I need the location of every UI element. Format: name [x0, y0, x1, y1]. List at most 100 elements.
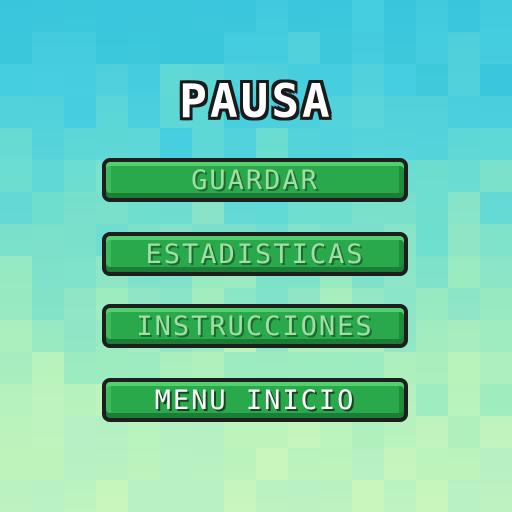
background-tile	[0, 288, 32, 320]
background-tile	[320, 0, 352, 32]
background-tile	[32, 0, 64, 32]
background-tile	[480, 320, 512, 352]
background-tile	[64, 480, 96, 512]
main-menu-button[interactable]: MENU INICIO	[102, 378, 408, 422]
background-tile	[448, 352, 480, 384]
background-tile	[0, 160, 32, 192]
main-menu-button-label: MENU INICIO	[154, 384, 356, 416]
background-tile	[0, 320, 32, 352]
background-tile	[0, 352, 32, 384]
background-tile	[384, 480, 416, 512]
background-tile	[352, 32, 384, 64]
background-tile	[0, 128, 32, 160]
background-tile	[416, 288, 448, 320]
background-tile	[448, 192, 480, 224]
instructions-button[interactable]: INSTRUCCIONES	[102, 304, 408, 348]
background-tile	[256, 448, 288, 480]
background-tile	[64, 352, 96, 384]
background-tile	[160, 128, 192, 160]
background-tile	[448, 288, 480, 320]
save-button[interactable]: GUARDAR	[102, 158, 408, 202]
background-tile	[32, 256, 64, 288]
background-tile	[448, 224, 480, 256]
background-tile	[480, 448, 512, 480]
background-tile	[160, 448, 192, 480]
background-tile	[288, 480, 320, 512]
background-tile	[64, 32, 96, 64]
background-tile	[416, 384, 448, 416]
background-tile	[32, 128, 64, 160]
background-tile	[64, 128, 96, 160]
background-tile	[480, 0, 512, 32]
background-tile	[64, 416, 96, 448]
background-tile	[384, 448, 416, 480]
background-tile	[224, 448, 256, 480]
background-tile	[128, 128, 160, 160]
background-tile	[320, 128, 352, 160]
background-tile	[128, 480, 160, 512]
background-tile	[96, 32, 128, 64]
background-tile	[224, 128, 256, 160]
background-tile	[480, 128, 512, 160]
background-tile	[256, 128, 288, 160]
background-tile	[128, 0, 160, 32]
background-tile	[192, 480, 224, 512]
background-tile	[416, 256, 448, 288]
background-tile	[64, 0, 96, 32]
background-tile	[192, 32, 224, 64]
background-tile	[416, 480, 448, 512]
pause-title: PAUSA	[179, 74, 333, 128]
instructions-button-label: INSTRUCCIONES	[136, 310, 374, 342]
background-tile	[416, 320, 448, 352]
background-tile	[416, 352, 448, 384]
background-tile	[448, 480, 480, 512]
background-tile	[480, 192, 512, 224]
background-tile	[416, 416, 448, 448]
background-tile	[0, 224, 32, 256]
background-tile	[224, 0, 256, 32]
background-tile	[0, 256, 32, 288]
background-tile	[480, 352, 512, 384]
background-tile	[96, 128, 128, 160]
background-tile	[0, 384, 32, 416]
background-tile	[64, 384, 96, 416]
background-tile	[32, 192, 64, 224]
background-tile	[288, 128, 320, 160]
statistics-button-label: ESTADISTICAS	[145, 238, 365, 270]
background-tile	[32, 352, 64, 384]
background-tile	[288, 0, 320, 32]
background-tile	[384, 128, 416, 160]
background-tile	[320, 32, 352, 64]
background-tile	[64, 256, 96, 288]
background-tile	[448, 32, 480, 64]
background-tile	[192, 128, 224, 160]
background-tile	[32, 448, 64, 480]
background-tile	[288, 32, 320, 64]
background-tile	[96, 0, 128, 32]
background-tile	[160, 32, 192, 64]
statistics-button[interactable]: ESTADISTICAS	[102, 232, 408, 276]
background-tile	[224, 480, 256, 512]
background-tile	[448, 160, 480, 192]
background-tile	[480, 384, 512, 416]
background-tile	[64, 160, 96, 192]
background-tile	[64, 320, 96, 352]
background-tile	[352, 480, 384, 512]
background-tile	[32, 480, 64, 512]
background-tile	[64, 288, 96, 320]
background-tile	[256, 480, 288, 512]
background-tile	[192, 448, 224, 480]
background-tile	[0, 416, 32, 448]
background-tile	[480, 288, 512, 320]
background-tile	[448, 448, 480, 480]
background-tile	[32, 416, 64, 448]
background-tile	[0, 32, 32, 64]
background-tile	[0, 0, 32, 32]
background-tile	[32, 224, 64, 256]
background-tile	[192, 0, 224, 32]
background-tile	[64, 192, 96, 224]
background-tile	[448, 256, 480, 288]
background-tile	[352, 448, 384, 480]
background-tile	[256, 32, 288, 64]
background-tile	[480, 160, 512, 192]
